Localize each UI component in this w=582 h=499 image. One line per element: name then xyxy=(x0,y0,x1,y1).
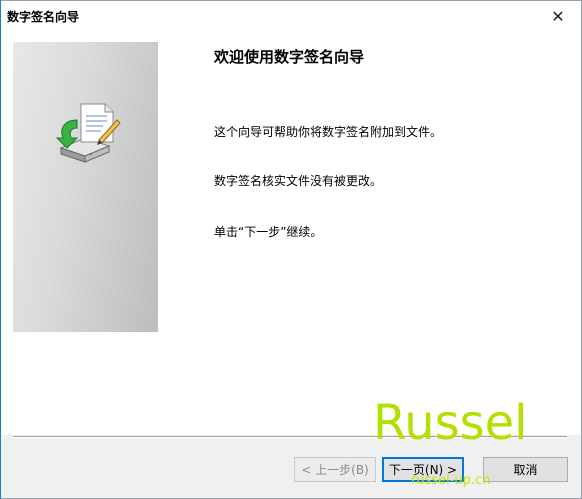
close-icon: ✕ xyxy=(551,6,565,26)
description-line-1: 这个向导可帮助你将数字签名附加到文件。 xyxy=(214,125,443,139)
digital-signature-wizard-window: 数字签名向导 ✕ 欢迎使用数字签名向导 这个向导可帮助你将数字签名附加到文件。 … xyxy=(0,0,582,499)
window-title: 数字签名向导 xyxy=(7,10,80,24)
wizard-heading: 欢迎使用数字签名向导 xyxy=(214,48,365,66)
watermark-name: Russel xyxy=(373,395,528,451)
close-button[interactable]: ✕ xyxy=(535,1,581,31)
watermark-url: russel-up.cn xyxy=(411,473,491,488)
wizard-banner xyxy=(13,42,158,332)
wizard-content: 欢迎使用数字签名向导 这个向导可帮助你将数字签名附加到文件。 数字签名核实文件没… xyxy=(1,31,581,435)
back-button[interactable]: < 上一步(B) xyxy=(294,457,376,482)
title-bar: 数字签名向导 ✕ xyxy=(1,1,581,31)
description-line-3: 单击“下一步”继续。 xyxy=(214,225,323,239)
desktop-edge xyxy=(0,0,1,499)
cancel-button[interactable]: 取消 xyxy=(483,457,568,482)
description-line-2: 数字签名核实文件没有被更改。 xyxy=(214,174,383,188)
certificate-download-icon xyxy=(55,103,121,163)
